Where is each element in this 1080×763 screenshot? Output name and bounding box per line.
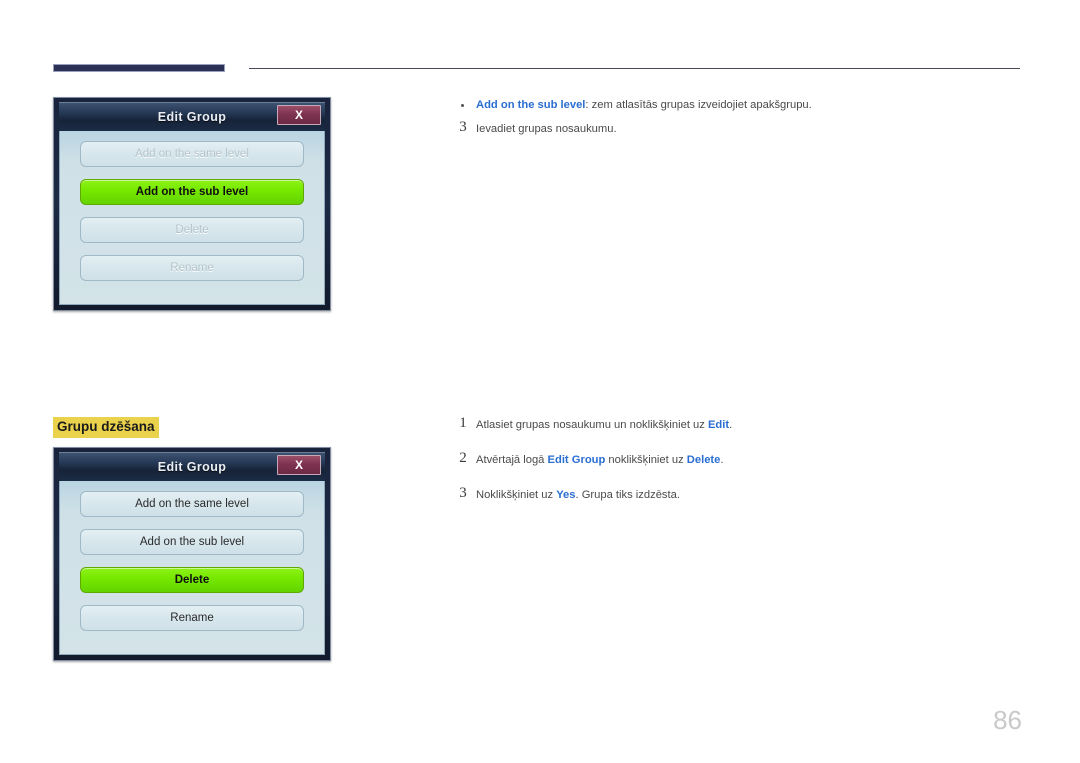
edit-group-dialog-bottom: Edit Group X Add on the same level Add o…: [53, 447, 331, 661]
page-number: 86: [993, 705, 1022, 735]
step-text-mid: noklikšķiniet uz: [605, 454, 687, 466]
option-delete[interactable]: Delete: [80, 567, 304, 593]
step-number: 1: [459, 415, 467, 431]
header-rule-thick-bar: [53, 64, 225, 72]
page-header-rule: [53, 64, 1020, 74]
close-icon[interactable]: X: [277, 455, 321, 475]
step-link-yes: Yes: [556, 489, 576, 501]
step-text-post: .: [729, 419, 733, 431]
header-rule-thin-line: [249, 68, 1020, 69]
option-add-on-same-level[interactable]: Add on the same level: [80, 491, 304, 517]
step-text-pre: Atvērtajā logā: [476, 454, 548, 466]
dialog-body: Add on the same level Add on the sub lev…: [59, 481, 325, 655]
bullet-item-add-on-sub-level: Add on the sub level: zem atlasītās grup…: [455, 98, 1015, 113]
step-text-post: .: [720, 454, 724, 466]
option-rename[interactable]: Rename: [80, 605, 304, 631]
option-add-on-sub-level[interactable]: Add on the sub level: [80, 179, 304, 205]
step-number: 2: [459, 450, 467, 466]
bullet-dot-icon: [461, 104, 464, 107]
step-item-3-top: 3 Ievadiet grupas nosaukumu.: [455, 119, 1015, 137]
step-link-delete: Delete: [686, 454, 721, 466]
step-link-edit-group: Edit Group: [547, 454, 606, 466]
option-rename[interactable]: Rename: [80, 255, 304, 281]
step-text-pre: Atlasiet grupas nosaukumu un noklikšķini…: [476, 419, 708, 431]
step-text-pre: Noklikšķiniet uz: [476, 489, 557, 501]
step-item-1: 1 Atlasiet grupas nosaukumu un noklikšķi…: [455, 415, 1015, 433]
step-text-post: . Grupa tiks izdzēsta.: [575, 489, 680, 501]
option-delete[interactable]: Delete: [80, 217, 304, 243]
delete-group-steps: 1 Atlasiet grupas nosaukumu un noklikšķi…: [455, 415, 1015, 523]
bullet-term: Add on the sub level: [476, 99, 586, 111]
option-add-on-same-level[interactable]: Add on the same level: [80, 141, 304, 167]
bullet-rest: : zem atlasītās grupas izveidojiet apakš…: [585, 99, 812, 111]
dialog-titlebar: Edit Group X: [59, 452, 325, 481]
top-instruction-block: Add on the sub level: zem atlasītās grup…: [455, 98, 1015, 137]
dialog-body: Add on the same level Add on the sub lev…: [59, 131, 325, 305]
option-add-on-sub-level[interactable]: Add on the sub level: [80, 529, 304, 555]
dialog-titlebar: Edit Group X: [59, 102, 325, 131]
close-icon[interactable]: X: [277, 105, 321, 125]
edit-group-dialog-top: Edit Group X Add on the same level Add o…: [53, 97, 331, 311]
step-link-edit: Edit: [707, 419, 730, 431]
step-item-3: 3 Noklikšķiniet uz Yes. Grupa tiks izdzē…: [455, 485, 1015, 503]
step-text: Ievadiet grupas nosaukumu.: [476, 123, 617, 135]
step-number: 3: [459, 485, 467, 501]
step-item-2: 2 Atvērtajā logā Edit Group noklikšķinie…: [455, 450, 1015, 468]
step-number: 3: [459, 119, 467, 135]
section-heading-grupu-dzesana: Grupu dzēšana: [53, 417, 159, 438]
